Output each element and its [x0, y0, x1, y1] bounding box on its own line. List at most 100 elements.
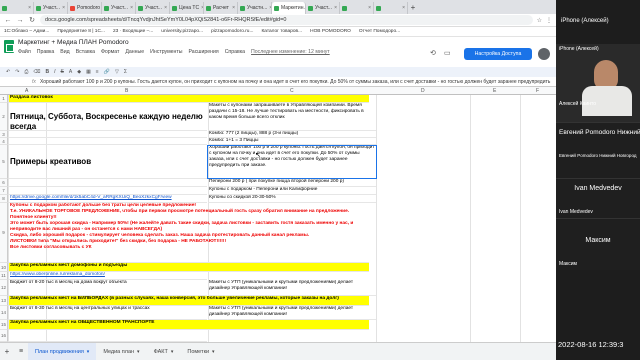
cell-a[interactable]: Пятница, Суббота, Воскресенье каждую нед… — [9, 103, 207, 131]
close-icon[interactable]: × — [130, 5, 133, 11]
paint-format-icon[interactable]: ⌫ — [33, 69, 40, 75]
browser-tab[interactable]: Расчет × — [204, 2, 238, 14]
row-number[interactable]: 8 — [0, 195, 8, 203]
chevron-down-icon[interactable]: ▾ — [212, 349, 215, 355]
print-icon[interactable]: ⎙ — [24, 69, 28, 75]
row-number[interactable]: 2 — [0, 103, 8, 131]
cell-a[interactable]: Раздача листовок — [9, 95, 369, 103]
comment-icon[interactable]: ▭ — [444, 49, 451, 57]
row-number[interactable]: 11 — [0, 272, 8, 280]
account-avatar[interactable] — [538, 48, 550, 60]
menu-item[interactable]: Вставка — [76, 49, 95, 55]
bookmark-item[interactable]: 23 · Входящие –... — [113, 29, 153, 34]
browser-tab[interactable]: × — [0, 2, 34, 14]
sheet-tab[interactable]: Пометки ▾ — [180, 343, 221, 360]
cell-b[interactable]: Купоны со скидкой 20-30-50% — [208, 195, 376, 203]
row-number[interactable]: 13 — [0, 296, 8, 306]
cell-b[interactable]: Купоны с подарком - Пеперони или Калифор… — [208, 187, 376, 195]
cell-b[interactable]: Макеты с УТП (уникальными и крутыми пред… — [208, 280, 376, 296]
video-tile-ivan[interactable]: Ivan Medvedev Ivan Medvedev — [556, 178, 640, 218]
cell-a[interactable] — [9, 131, 207, 138]
cell-b[interactable]: Пеперони 200 р ( при покупке пицца второ… — [208, 179, 376, 187]
bookmark-item[interactable]: Каталог товаров... — [261, 29, 302, 34]
cell-a[interactable]: Закупка рекламных мест домофоны и подъез… — [9, 263, 369, 272]
sheet-tab[interactable]: План продвижения ▾ — [28, 343, 97, 360]
align-icon[interactable]: ≡ — [96, 69, 99, 75]
cell-b[interactable]: Комбо: 1+1 = 3 Пиццы — [208, 138, 376, 145]
row-number[interactable]: 10 — [0, 263, 8, 272]
add-sheet-icon[interactable]: + — [0, 347, 14, 356]
column-header[interactable]: F — [536, 87, 539, 95]
url-field[interactable]: docs.google.com/spreadsheets/d/TncqYvdjn… — [40, 15, 533, 25]
close-icon[interactable]: × — [164, 5, 167, 11]
row-number[interactable]: 16 — [0, 330, 8, 342]
browser-tab[interactable]: Маркетин...× — [272, 2, 306, 14]
cell-a[interactable]: Закупка рекламных мест на ОБЩЕСТВЕННОМ Т… — [9, 320, 369, 330]
cell-a[interactable] — [9, 330, 207, 342]
cell-a[interactable]: Купоны с подарком работают дольше без тр… — [9, 203, 369, 263]
cell-a[interactable] — [9, 179, 207, 187]
column-header[interactable]: E — [493, 87, 496, 95]
link-icon[interactable]: 🔗 — [104, 69, 110, 75]
fill-color-icon[interactable]: ◆ — [77, 69, 81, 75]
column-header[interactable]: D — [421, 87, 425, 95]
bold-icon[interactable]: B — [46, 69, 50, 75]
bookmark-item[interactable]: 1С:Облако – Адми... — [4, 29, 49, 34]
cell-a[interactable]: Закупка рекламных мест на БИЛБОРДАХ (в р… — [9, 296, 369, 306]
browser-tab[interactable]: Участ... × — [136, 2, 170, 14]
browser-tab[interactable]: Цена ТС × — [170, 2, 204, 14]
close-icon[interactable]: × — [334, 5, 337, 11]
menu-item[interactable]: Файл — [18, 49, 31, 55]
chevron-down-icon[interactable]: ▾ — [171, 349, 174, 355]
menu-item[interactable]: Данные — [125, 49, 144, 55]
menu-item[interactable]: Правка — [37, 49, 55, 55]
share-button[interactable]: Настройка Доступа — [464, 48, 532, 60]
row-number[interactable]: 5 — [0, 145, 8, 179]
column-header[interactable]: C — [290, 87, 294, 95]
reload-icon[interactable]: ↻ — [28, 16, 36, 24]
sheets-logo-icon[interactable] — [4, 40, 14, 53]
borders-icon[interactable]: ▦ — [86, 69, 91, 75]
close-icon[interactable]: × — [368, 5, 371, 11]
bookmark-item[interactable]: pizzapomodoro.ru... — [211, 29, 253, 34]
cell-a[interactable]: Бюджет от 8-30 тыс в месяц на центральны… — [9, 306, 207, 320]
strikethrough-icon[interactable]: S — [61, 69, 64, 75]
text-color-icon[interactable]: A — [69, 69, 72, 75]
row-number[interactable]: 14 — [0, 306, 8, 320]
browser-tab[interactable]: Pomodoro× — [68, 2, 102, 14]
browser-tab[interactable]: × — [374, 2, 408, 14]
menu-item[interactable]: Расширения — [189, 49, 219, 55]
row-number[interactable]: 12 — [0, 280, 8, 296]
row-number[interactable]: 4 — [0, 138, 8, 145]
star-icon[interactable]: ☆ — [537, 17, 542, 24]
cell-b[interactable]: Макеты с купонами запрашиваете в Управля… — [208, 103, 376, 131]
browser-tab[interactable]: Участн... × — [238, 2, 272, 14]
video-tile-evgeny[interactable]: Евгений Pomodoro Нижний Новгород Евгений… — [556, 122, 640, 178]
back-icon[interactable]: ← — [4, 17, 12, 24]
browser-tab[interactable]: Участ... × — [306, 2, 340, 14]
spreadsheet-grid[interactable]: 1 Раздача листовок 2 Пятница, Суббота, Воск… — [0, 95, 556, 342]
bookmark-item[interactable]: university.pizzapo... — [161, 29, 203, 34]
browser-tab[interactable]: Участ... × — [34, 2, 68, 14]
sheet-tab[interactable]: ФАКТ ▾ — [147, 343, 181, 360]
italic-icon[interactable]: I — [54, 69, 55, 75]
cell-a[interactable] — [9, 187, 207, 195]
undo-icon[interactable]: ↶ — [6, 69, 10, 75]
close-icon[interactable]: × — [62, 5, 65, 11]
redo-icon[interactable]: ↷ — [15, 69, 19, 75]
video-tile-aleksey[interactable]: iPhone (Алексей) Алексей Каинто — [556, 44, 640, 122]
close-icon[interactable]: × — [232, 5, 235, 11]
video-tile-maxim[interactable]: Максим Максим — [556, 218, 640, 270]
column-header[interactable]: B — [125, 87, 128, 95]
extensions-icon[interactable]: ⋮ — [546, 17, 552, 24]
close-icon[interactable]: × — [402, 5, 405, 11]
column-header[interactable]: A — [25, 87, 28, 95]
cell-a[interactable] — [9, 138, 207, 145]
new-tab-icon[interactable]: + — [408, 2, 418, 14]
row-number[interactable]: 6 — [0, 179, 8, 187]
row-number[interactable]: 3 — [0, 131, 8, 138]
filter-icon[interactable]: ▽ — [115, 69, 119, 75]
cell-a[interactable]: Примеры креативов — [9, 145, 207, 179]
functions-icon[interactable]: Σ — [124, 69, 127, 75]
menu-item[interactable]: Инструменты — [150, 49, 182, 55]
